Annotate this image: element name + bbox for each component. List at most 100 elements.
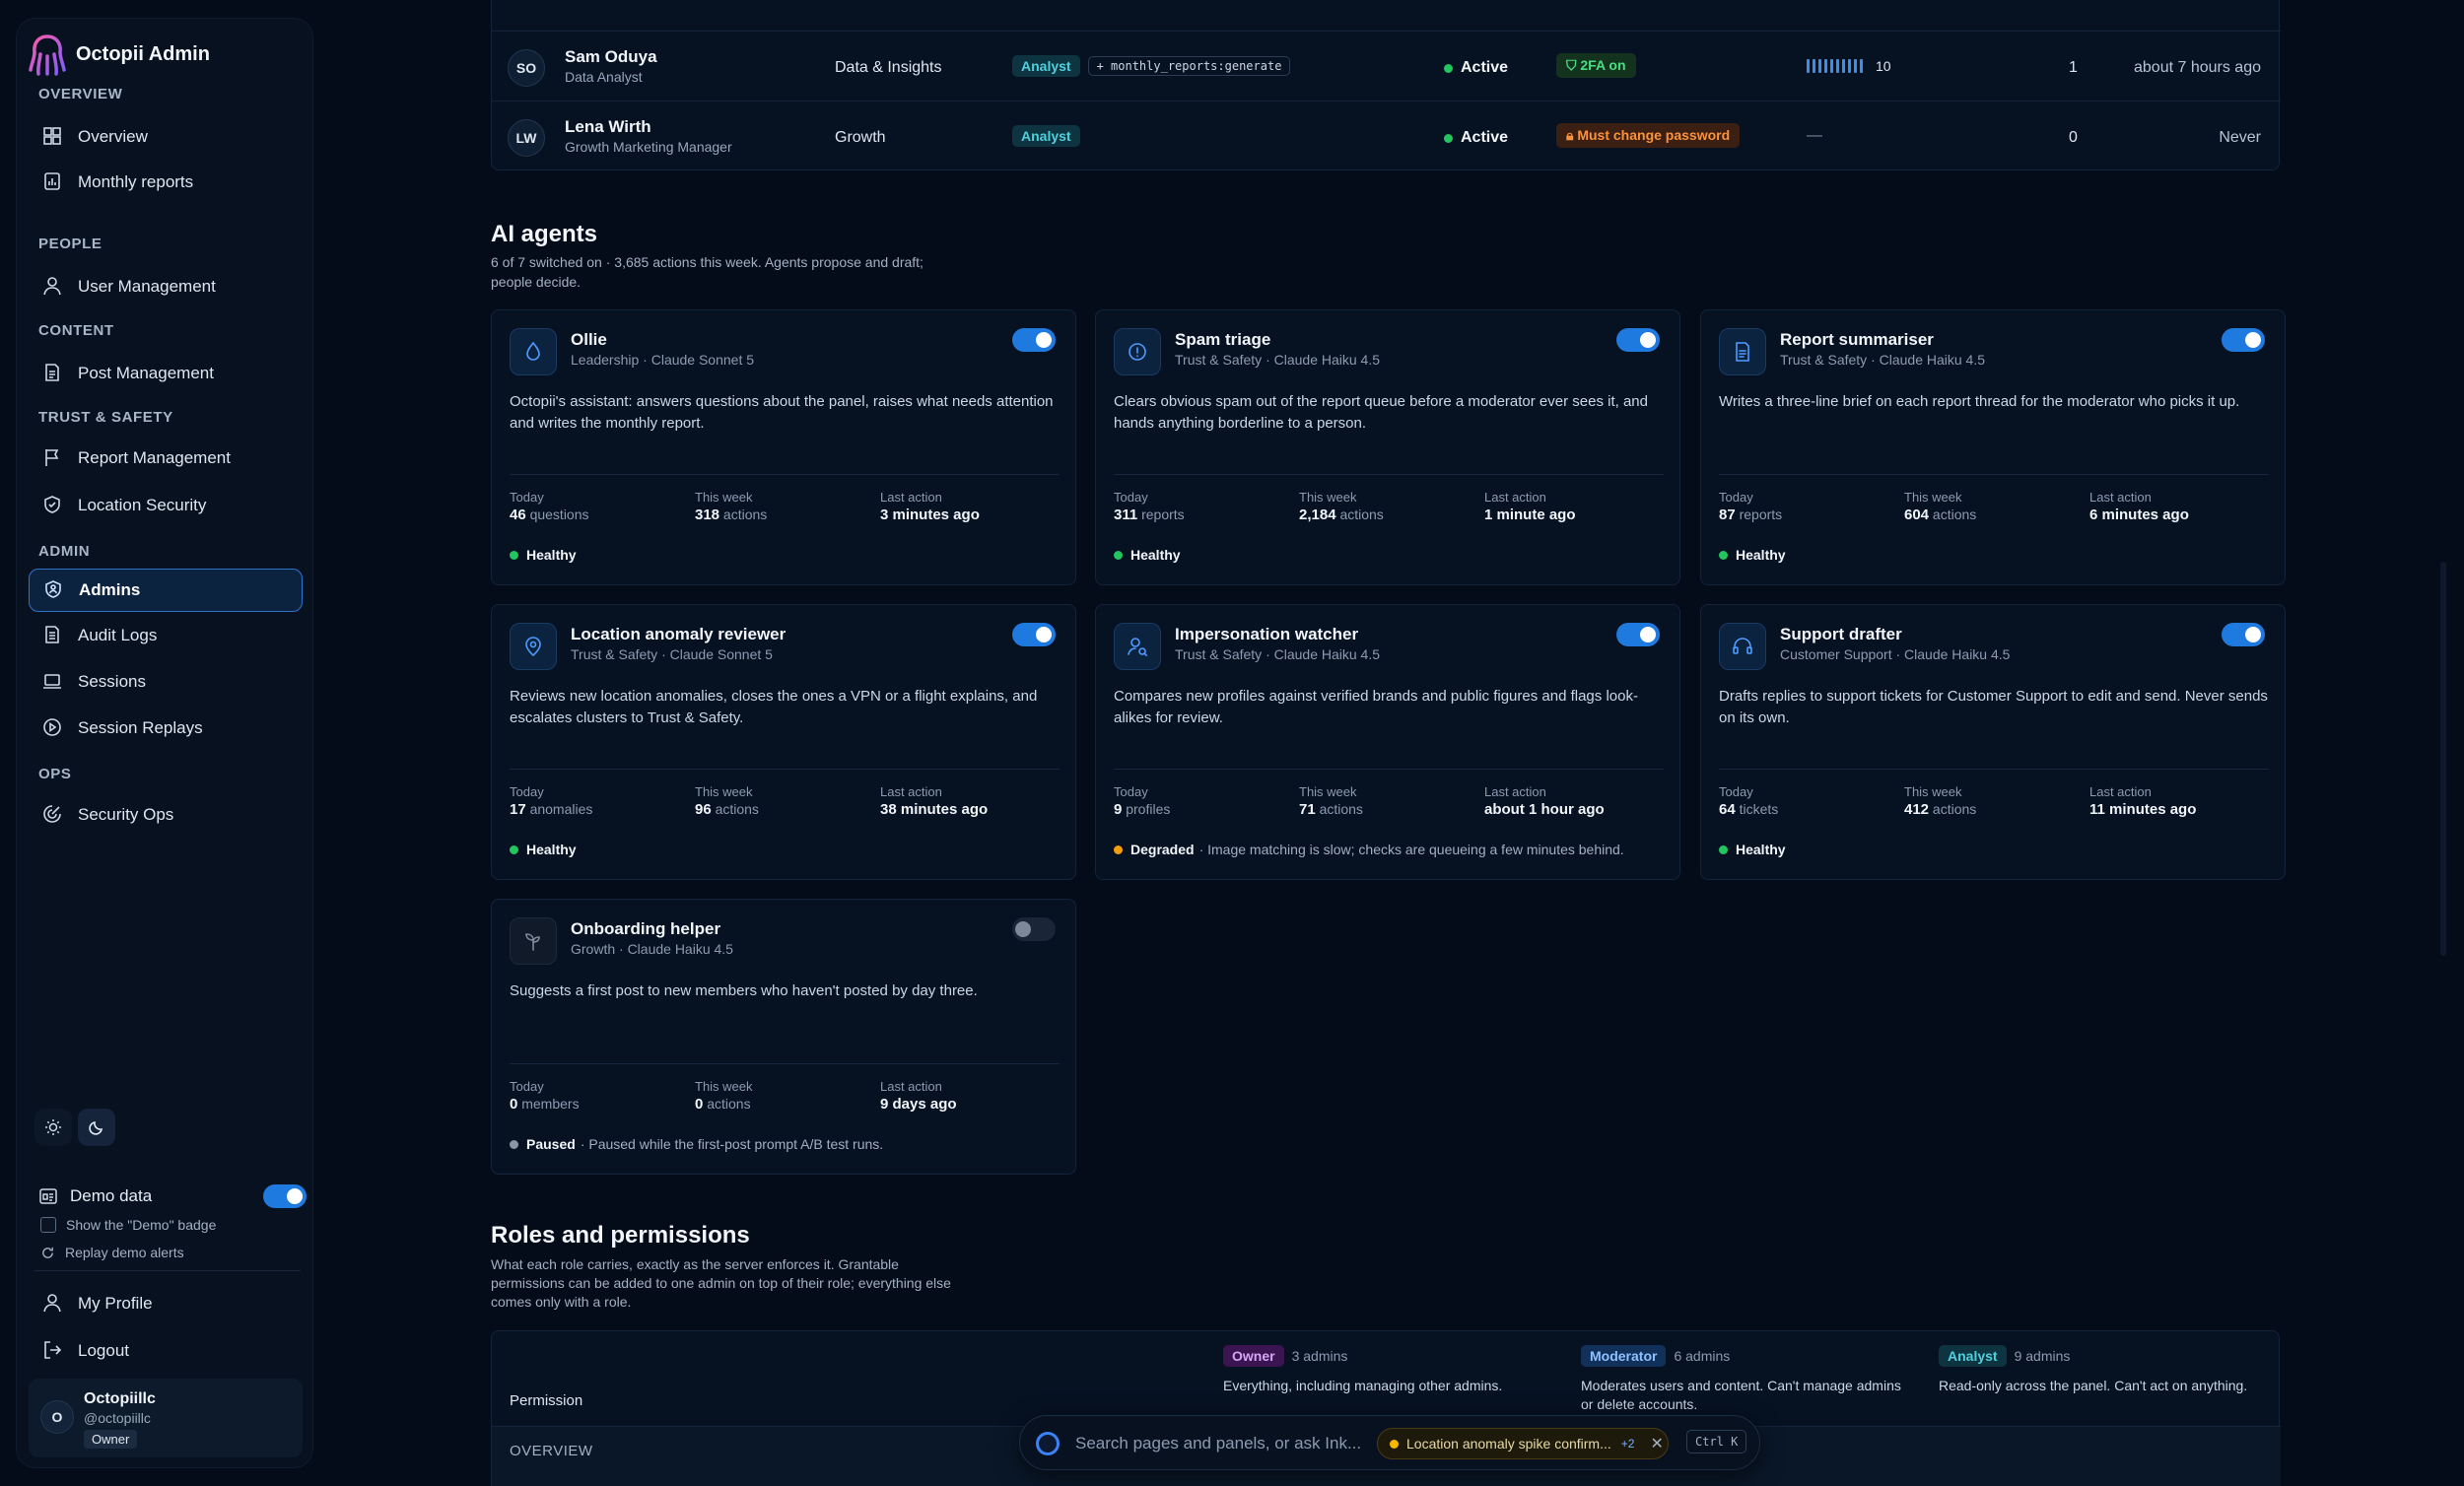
- security-label: Must change password: [1577, 127, 1731, 143]
- sidebar-item-post-management[interactable]: Post Management: [29, 352, 303, 395]
- sidebar-item-label: Session Replays: [78, 718, 203, 737]
- sidebar-item-admins[interactable]: Admins: [29, 569, 303, 612]
- health-dot: [1719, 550, 1728, 560]
- agent-enable-toggle[interactable]: [1616, 328, 1660, 352]
- sidebar-item-my-profile[interactable]: My Profile: [29, 1282, 303, 1325]
- sidebar-item-sessions[interactable]: Sessions: [29, 660, 303, 704]
- stat-unit: anomalies: [529, 801, 593, 817]
- stat-value: 9 days ago: [880, 1096, 957, 1113]
- agent-health: Degraded · Image matching is slow; checks…: [1114, 842, 1624, 857]
- agent-card[interactable]: Ollie Leadership · Claude Sonnet 5 Octopii…: [491, 309, 1076, 585]
- agent-description: Writes a three-line brief on each report…: [1719, 393, 2240, 410]
- stat-week: This week 412 actions: [1904, 784, 1976, 818]
- agent-card[interactable]: Impersonation watcher Trust & Safety · Cl…: [1095, 604, 1680, 880]
- agent-enable-toggle[interactable]: [1012, 623, 1056, 646]
- agent-meta: Customer Support · Claude Haiku 4.5: [1780, 646, 2011, 662]
- current-user-card[interactable]: O Octopiillc @octopiillc Owner: [29, 1379, 303, 1457]
- role-description: Everything, including managing other adm…: [1223, 1378, 1503, 1393]
- alert-chip[interactable]: Location anomaly spike confirm... +2 ✕: [1377, 1428, 1669, 1459]
- stat-value: 71: [1299, 801, 1316, 818]
- health-dot: [1114, 550, 1123, 560]
- stat-value: 318: [695, 507, 720, 523]
- agent-name: Location anomaly reviewer: [571, 625, 787, 643]
- agent-name: Ollie: [571, 330, 607, 349]
- sidebar-item-audit-logs[interactable]: Audit Logs: [29, 614, 303, 657]
- role-count: 3 admins: [1291, 1348, 1348, 1364]
- show-demo-badge-row[interactable]: Show the "Demo" badge: [40, 1217, 216, 1233]
- agent-enable-toggle[interactable]: [2222, 328, 2265, 352]
- agent-description: Octopii's assistant: answers questions a…: [510, 393, 1054, 432]
- agent-description: Suggests a first post to new members who…: [510, 982, 978, 999]
- stat-label: This week: [695, 490, 753, 505]
- avatar: O: [40, 1400, 74, 1434]
- agent-card[interactable]: Report summariser Trust & Safety · Claude…: [1700, 309, 2286, 585]
- agent-enable-toggle[interactable]: [2222, 623, 2265, 646]
- stat-label: This week: [1299, 490, 1357, 505]
- sidebar-item-logout[interactable]: Logout: [29, 1329, 303, 1373]
- health-dot: [510, 550, 518, 560]
- replay-demo-alerts[interactable]: Replay demo alerts: [40, 1245, 184, 1260]
- brand[interactable]: Octopii Admin: [29, 31, 210, 78]
- sidebar-item-user-management[interactable]: User Management: [29, 265, 303, 308]
- agent-card[interactable]: Spam triage Trust & Safety · Claude Haiku…: [1095, 309, 1680, 585]
- table-row[interactable]: LW Lena Wirth Growth Marketing Manager G…: [492, 101, 2281, 171]
- status-badge: Active: [1444, 129, 1508, 147]
- activity-value: 10: [1876, 58, 1891, 74]
- agent-enable-toggle[interactable]: [1012, 328, 1056, 352]
- avatar: SO: [508, 49, 545, 87]
- session-count: 1: [2069, 59, 2078, 76]
- theme-switcher: [34, 1109, 115, 1146]
- sidebar-item-security-ops[interactable]: Security Ops: [29, 793, 303, 837]
- role-count: 9 admins: [2014, 1348, 2071, 1364]
- agents-subtitle-line: 6 of 7 switched on · 3,685 actions this …: [491, 254, 924, 270]
- role-badge: Analyst: [1012, 55, 1080, 77]
- replay-demo-alerts-label: Replay demo alerts: [65, 1245, 184, 1260]
- sidebar-item-session-replays[interactable]: Session Replays: [29, 707, 303, 750]
- close-icon[interactable]: ✕: [1650, 1434, 1663, 1453]
- table-row[interactable]: SO Sam Oduya Data Analyst Data & Insight…: [492, 31, 2281, 101]
- admin-department: Growth: [835, 129, 886, 146]
- agent-enable-toggle[interactable]: [1012, 917, 1056, 941]
- agent-card[interactable]: Support drafter Customer Support · Claude…: [1700, 604, 2286, 880]
- security-label: 2FA on: [1580, 57, 1626, 73]
- activity-value: —: [1807, 127, 1822, 144]
- sidebar-item-report-management[interactable]: Report Management: [29, 437, 303, 480]
- stat-label: Last action: [880, 784, 942, 799]
- command-search-input[interactable]: Search pages and panels, or ask Ink...: [1075, 1434, 1361, 1453]
- stat-unit: actions: [722, 507, 768, 522]
- stat-label: This week: [1299, 784, 1357, 799]
- droplet-icon: [510, 328, 557, 375]
- agent-card[interactable]: Onboarding helper Growth · Claude Haiku 4…: [491, 899, 1076, 1175]
- agent-enable-toggle[interactable]: [1616, 623, 1660, 646]
- stat-value: 6 minutes ago: [2089, 507, 2189, 523]
- command-bar[interactable]: Search pages and panels, or ask Ink... L…: [1019, 1415, 1760, 1470]
- sun-icon[interactable]: [34, 1109, 72, 1146]
- user-search-icon: [1114, 623, 1161, 670]
- moon-icon[interactable]: [78, 1109, 115, 1146]
- stat-value: 604: [1904, 507, 1930, 523]
- agent-card[interactable]: Location anomaly reviewer Trust & Safety …: [491, 604, 1076, 880]
- sidebar-item-location-security[interactable]: Location Security: [29, 484, 303, 527]
- page-scrollbar[interactable]: [2440, 562, 2446, 956]
- sidebar-item-label: Admins: [79, 580, 141, 599]
- stat-value: 0: [695, 1096, 704, 1113]
- admin-name[interactable]: Sam Oduya: [565, 47, 657, 67]
- permission-column-header: Permission: [510, 1392, 583, 1409]
- alert-circle-icon: [1114, 328, 1161, 375]
- agent-description: Drafts replies to support tickets for Cu…: [1719, 688, 2268, 726]
- agents-heading: AI agents: [491, 221, 598, 247]
- sidebar-item-overview[interactable]: Overview: [29, 115, 303, 159]
- demo-data-toggle[interactable]: [263, 1184, 307, 1208]
- sidebar-item-label: Report Management: [78, 448, 231, 467]
- shield-user-icon: [43, 579, 65, 601]
- alert-more-count: +2: [1620, 1437, 1635, 1451]
- agent-divider: [510, 1063, 1060, 1064]
- security-badge: 🔒︎ Must change password: [1556, 123, 1741, 148]
- show-demo-badge-checkbox[interactable]: [40, 1217, 56, 1233]
- sidebar-item-monthly-reports[interactable]: Monthly reports: [29, 161, 303, 204]
- stat-value: 311: [1114, 507, 1138, 523]
- stat-last-action: Last action 11 minutes ago: [2089, 784, 2196, 818]
- admin-name[interactable]: Lena Wirth: [565, 117, 651, 137]
- stat-last-action: Last action 3 minutes ago: [880, 490, 980, 523]
- user-icon: [42, 1293, 64, 1315]
